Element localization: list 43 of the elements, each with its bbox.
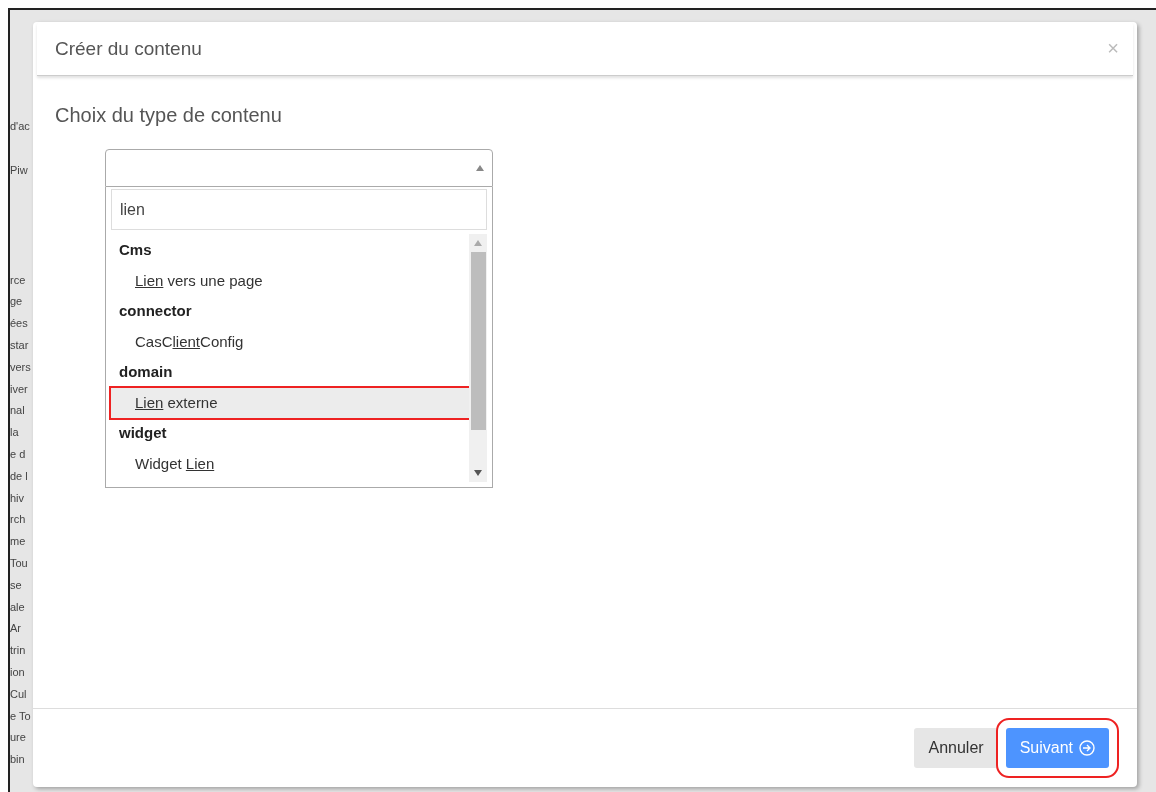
group-label: Cms bbox=[118, 240, 153, 260]
page-text-fragment: la bbox=[10, 425, 19, 441]
group-label: domain bbox=[118, 362, 174, 382]
option-item[interactable]: Widget Lien bbox=[111, 448, 469, 479]
cancel-button[interactable]: Annuler bbox=[914, 728, 998, 768]
page-text-fragment: nal bbox=[10, 403, 25, 419]
search-field[interactable]: lien bbox=[111, 189, 487, 230]
page-text-fragment: hiv bbox=[10, 490, 25, 506]
page-text-fragment: ge bbox=[10, 294, 23, 310]
page-text-fragment: Cul bbox=[10, 686, 27, 702]
page-text-fragment: me bbox=[10, 534, 26, 550]
page-text-fragment: ale bbox=[10, 599, 25, 615]
scroll-down-icon[interactable] bbox=[474, 470, 482, 476]
group-label: connector bbox=[118, 301, 193, 321]
option-item[interactable]: Lien externe bbox=[111, 387, 469, 418]
page-text-fragment: star bbox=[10, 338, 29, 353]
page-text-fragment: rch bbox=[10, 512, 26, 528]
page-text-fragment: ure bbox=[10, 730, 26, 746]
dialog-title: Créer du contenu bbox=[55, 37, 202, 60]
scrollbar[interactable] bbox=[469, 234, 487, 482]
page-text-fragment: bin bbox=[10, 752, 25, 768]
page-text-fragment: iver bbox=[10, 381, 28, 397]
page-text-fragment: vers bbox=[10, 359, 31, 375]
page-text-fragment: e To bbox=[10, 708, 31, 724]
group-label: widget bbox=[118, 423, 168, 443]
caret-icon bbox=[476, 165, 484, 171]
option-item[interactable]: Lien vers une page bbox=[111, 265, 469, 296]
content-type-select[interactable] bbox=[105, 149, 493, 187]
page-text-fragment: Tou bbox=[10, 555, 28, 571]
page-text-fragment: Ar bbox=[10, 621, 21, 637]
section-title: Choix du type de contenu bbox=[55, 104, 283, 127]
page-text-fragment: Piw bbox=[10, 162, 28, 178]
page-text-fragment: de l bbox=[10, 468, 28, 484]
scroll-up-icon[interactable] bbox=[474, 240, 482, 246]
arrow-circle-icon bbox=[1079, 740, 1095, 756]
page-text-fragment: se bbox=[10, 577, 22, 593]
page-text-fragment: trin bbox=[10, 643, 26, 659]
page-text-fragment: d'ac bbox=[10, 119, 30, 134]
page-text-fragment: ées bbox=[10, 316, 28, 332]
option-item[interactable]: CasClientConfig bbox=[111, 326, 469, 357]
page-text-fragment: rce bbox=[10, 272, 26, 288]
page-text-fragment: e d bbox=[10, 446, 26, 462]
page-text-fragment: ion bbox=[10, 664, 25, 680]
